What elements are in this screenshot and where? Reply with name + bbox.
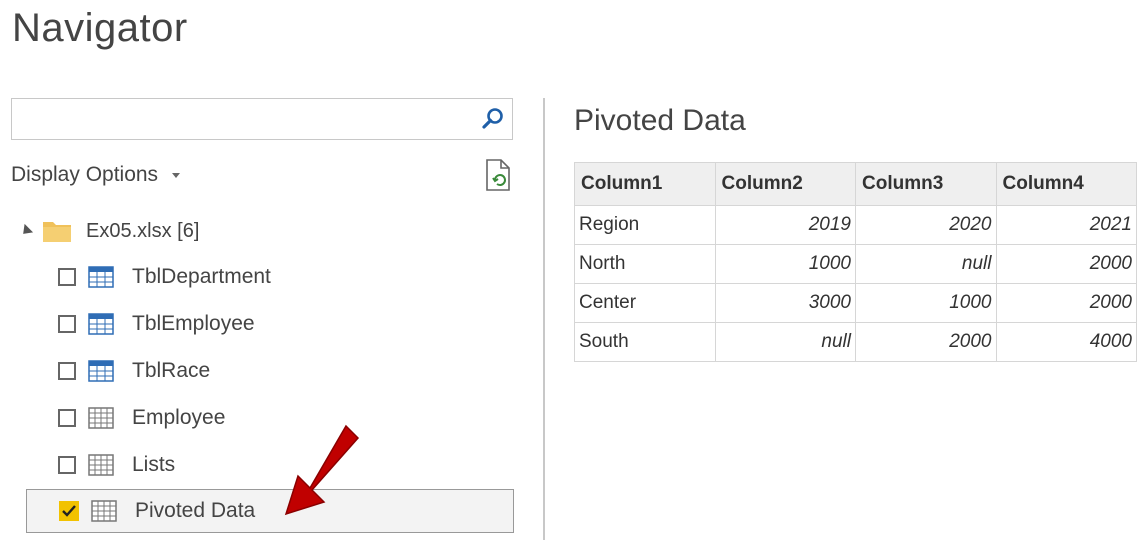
preview-table: Column1 Column2 Column3 Column4 Region 2… <box>574 162 1137 362</box>
table-cell: 2000 <box>995 244 1137 284</box>
sheet-icon <box>88 454 114 476</box>
tree-item-label: TblDepartment <box>132 265 271 288</box>
chevron-down-icon <box>172 172 181 178</box>
checkbox[interactable] <box>58 362 76 380</box>
tree-item-label: Lists <box>132 453 176 476</box>
tree-item-pivoted-data[interactable]: Pivoted Data <box>26 489 514 533</box>
display-options-label: Display Options <box>11 163 159 186</box>
table-icon <box>88 266 114 288</box>
tree-item-tblrace[interactable]: TblRace <box>52 349 514 393</box>
checkbox[interactable] <box>58 456 76 474</box>
table-icon <box>88 313 114 335</box>
folder-icon <box>43 222 71 242</box>
table-cell: Region <box>574 205 716 245</box>
table-cell: Center <box>574 283 716 323</box>
column-header: Column4 <box>995 162 1137 206</box>
table-row: Center 3000 1000 2000 <box>574 283 1137 323</box>
tree-item-label: TblEmployee <box>132 312 255 335</box>
page-title: Navigator <box>12 6 188 50</box>
checkbox[interactable] <box>58 268 76 286</box>
table-cell: 2000 <box>855 322 997 362</box>
search-box[interactable] <box>11 98 513 140</box>
column-header: Column3 <box>855 162 997 206</box>
red-arrow-annotation <box>284 424 360 516</box>
table-cell: 2021 <box>995 205 1137 245</box>
table-cell: 3000 <box>714 283 856 323</box>
table-cell: 4000 <box>995 322 1137 362</box>
tree-root-label: Ex05.xlsx [6] <box>86 219 200 242</box>
expand-triangle-icon[interactable] <box>18 223 34 239</box>
refresh-icon[interactable] <box>484 158 512 192</box>
table-cell: North <box>574 244 716 284</box>
sheet-icon <box>91 500 117 522</box>
table-row: South null 2000 4000 <box>574 322 1137 362</box>
table-cell: 2019 <box>714 205 856 245</box>
column-header: Column2 <box>714 162 856 206</box>
table-cell: null <box>714 322 856 362</box>
panel-divider <box>543 98 545 540</box>
tree-root-file[interactable]: Ex05.xlsx [6] <box>18 213 200 249</box>
checkbox[interactable] <box>58 315 76 333</box>
tree-item-tbldepartment[interactable]: TblDepartment <box>52 255 514 299</box>
preview-title: Pivoted Data <box>574 104 746 137</box>
sheet-icon <box>88 407 114 429</box>
table-header-row: Column1 Column2 Column3 Column4 <box>574 162 1137 206</box>
tree-item-label: TblRace <box>132 359 211 382</box>
checkbox[interactable] <box>58 409 76 427</box>
table-cell: 2000 <box>995 283 1137 323</box>
column-header: Column1 <box>574 162 716 206</box>
table-cell: null <box>855 244 997 284</box>
table-row: Region 2019 2020 2021 <box>574 205 1137 245</box>
table-row: North 1000 null 2000 <box>574 244 1137 284</box>
tree-item-label: Pivoted Data <box>135 499 256 522</box>
checkmark-icon <box>62 505 76 517</box>
checkbox-checked[interactable] <box>59 501 79 521</box>
display-options-dropdown[interactable]: Display Options <box>11 160 181 190</box>
table-cell: 1000 <box>714 244 856 284</box>
table-cell: South <box>574 322 716 362</box>
table-icon <box>88 360 114 382</box>
table-cell: 1000 <box>855 283 997 323</box>
search-input[interactable] <box>12 99 483 139</box>
search-icon[interactable] <box>480 106 506 132</box>
table-cell: 2020 <box>855 205 997 245</box>
tree-item-label: Employee <box>132 406 226 429</box>
tree-item-tblemployee[interactable]: TblEmployee <box>52 302 514 346</box>
